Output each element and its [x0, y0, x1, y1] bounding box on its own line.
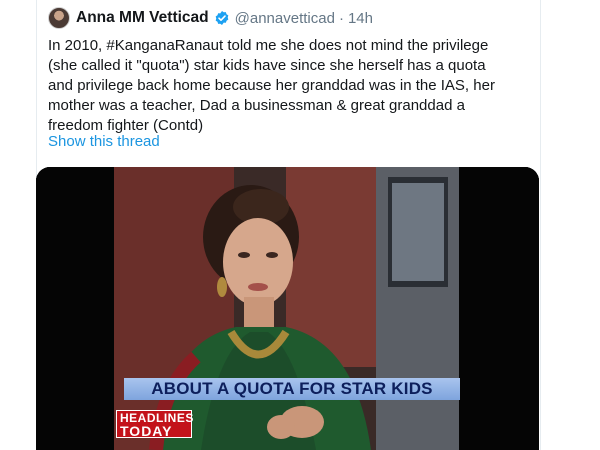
tweet-text-line: In 2010, #KanganaRanaut told me she does… — [48, 37, 489, 54]
author-name[interactable]: Anna MM Vetticad — [76, 9, 209, 27]
video-frame — [36, 167, 539, 450]
tweet-text-line: (she called it "quota") star kids have s… — [48, 57, 486, 74]
separator-dot: · — [338, 9, 344, 27]
verified-badge-icon — [215, 11, 228, 25]
tweet-text: In 2010, #KanganaRanaut told me she does… — [48, 36, 528, 136]
author-handle[interactable]: @annavetticad — [235, 10, 335, 27]
tweet-text-line: and privilege back home because her gran… — [48, 77, 495, 94]
avatar[interactable] — [48, 7, 70, 29]
tweet-text-line: mother was a teacher, Dad a businessman … — [48, 97, 465, 114]
show-thread-link[interactable]: Show this thread — [48, 133, 160, 150]
headlines-today-logo: HEADLINES TODAY — [116, 410, 193, 439]
video-caption-banner: ABOUT A QUOTA FOR STAR KIDS — [124, 378, 460, 400]
logo-line-2: TODAY — [120, 423, 173, 439]
tweet-media-video[interactable] — [36, 167, 539, 450]
tweet-timestamp[interactable]: 14h — [348, 10, 373, 27]
tweet-header: Anna MM Vetticad @annavetticad · 14h — [48, 6, 373, 30]
